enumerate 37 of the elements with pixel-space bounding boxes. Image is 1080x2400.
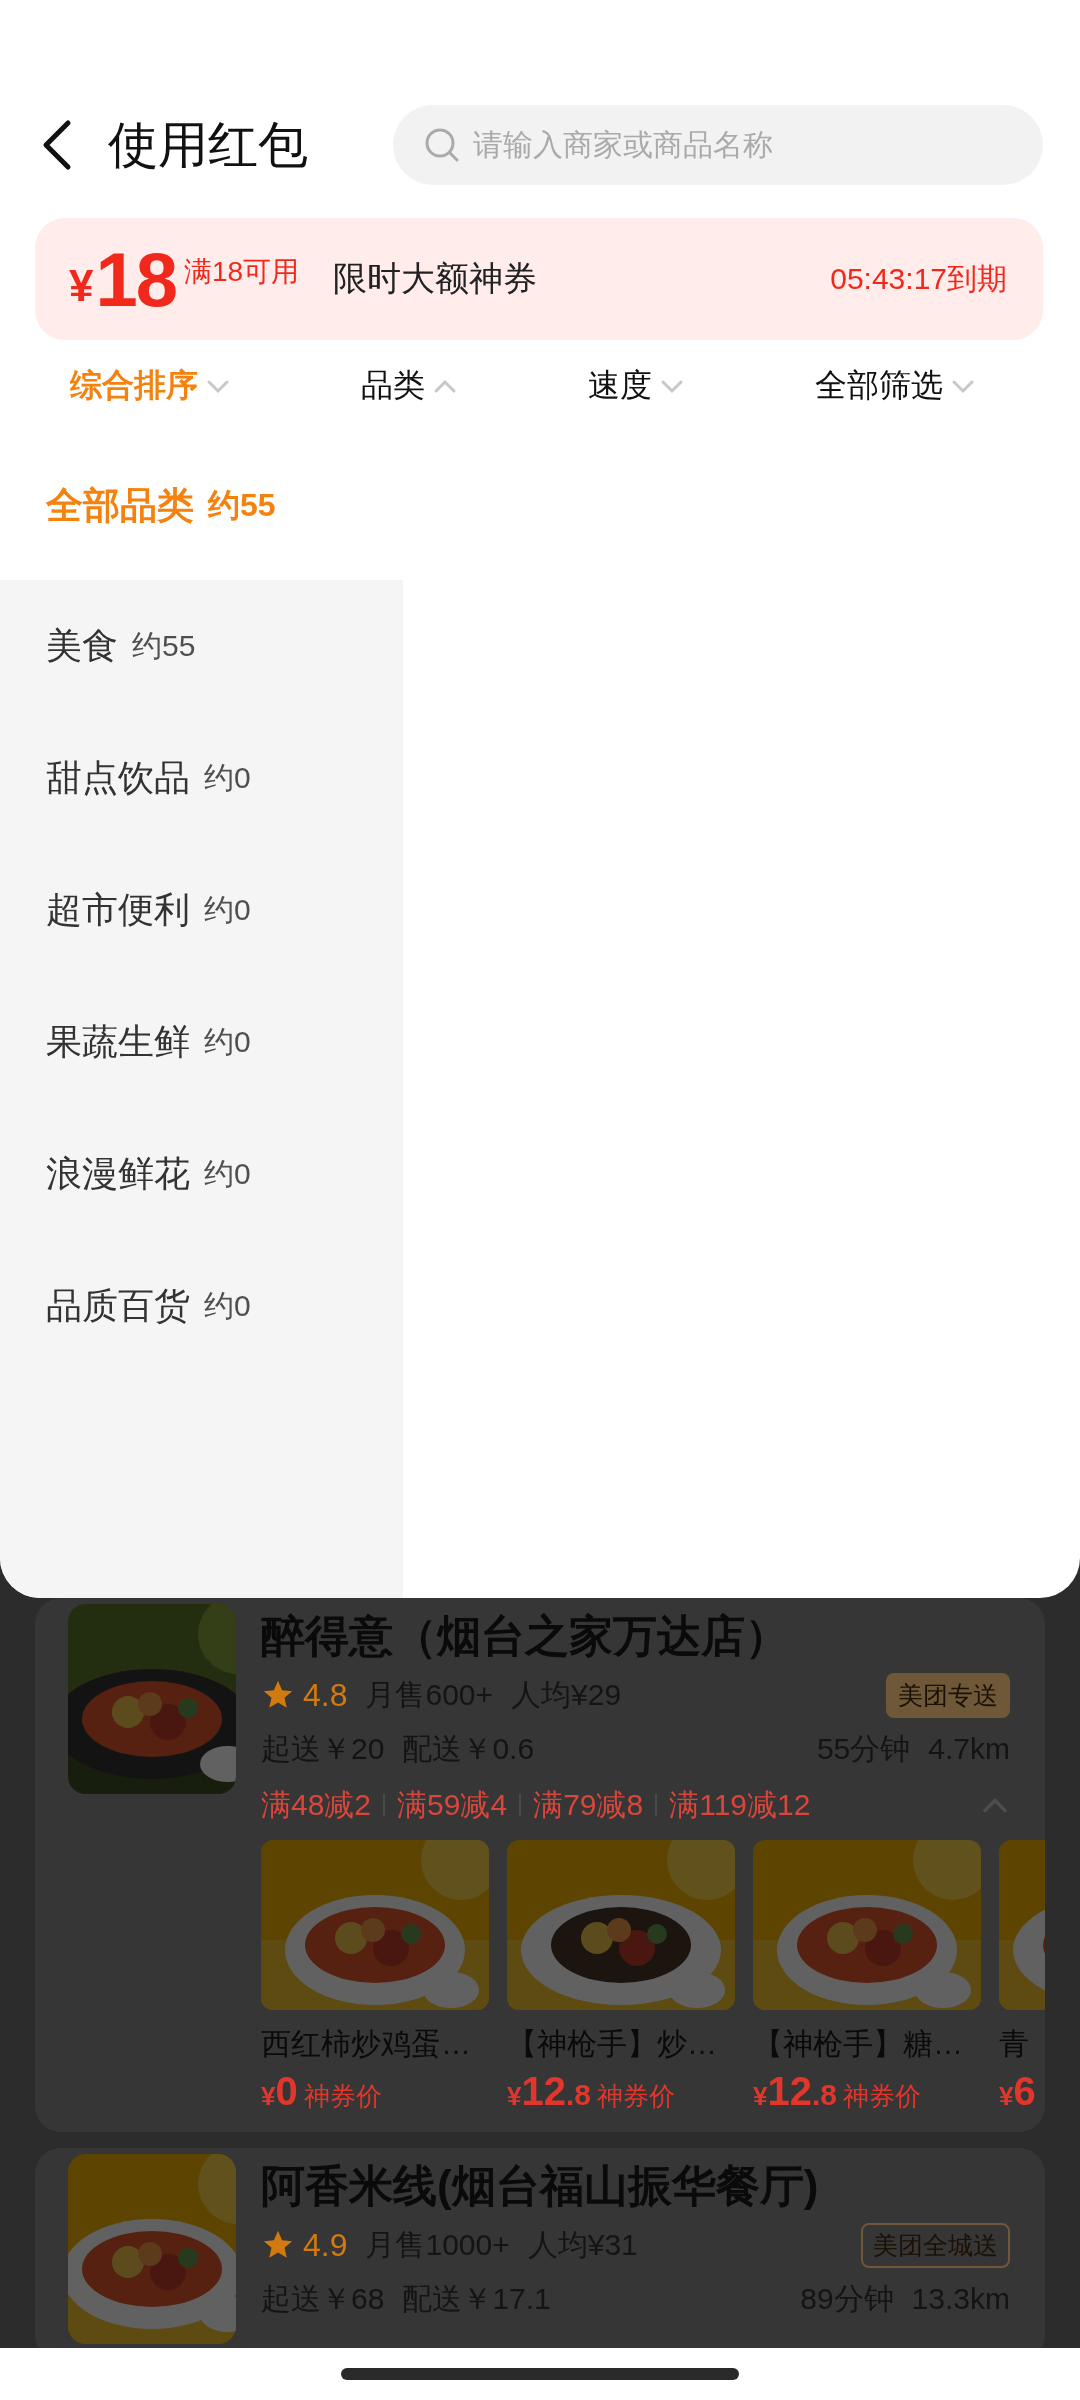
category-item[interactable]: 果蔬生鲜 约0 [0,976,403,1108]
coupon-expiry: 05:43:17到期 [830,260,1007,297]
currency-symbol: ¥ [261,2081,276,2112]
rating: 4.9 [303,2226,348,2264]
filter-tab[interactable]: 速度 [588,364,684,408]
discount-tag: 满79减8 [533,1784,644,1826]
dish-price: 6 [1013,2069,1036,2114]
discount-tag: 满59减4 [397,1784,508,1826]
search-field[interactable]: 请输入商家或商品名称 [393,105,1043,185]
coupon-amount: 18 [95,235,177,323]
delivery-badge: 美团专送 [886,1672,1010,1718]
dish-price: 0 [275,2069,298,2114]
rating: 4.8 [303,1676,348,1714]
currency-symbol: ¥ [507,2081,522,2112]
category-item[interactable]: 品质百货 约0 [0,1240,403,1372]
filter-tab[interactable]: 品类 [361,364,457,408]
dish-price: 12 [767,2069,812,2114]
category-item[interactable]: 美食 约55 [0,580,403,712]
filter-tab[interactable]: 全部筛选 [815,364,975,408]
price-label: 神券价 [597,2080,675,2113]
currency-symbol: ¥ [999,2081,1014,2112]
discount-tag: 满48减2 [261,1784,372,1826]
category-item[interactable]: 浪漫鲜花 约0 [0,1108,403,1240]
currency-symbol: ¥ [69,261,94,311]
price-label: 神券价 [303,2080,382,2113]
category-item[interactable]: 甜点饮品 约0 [0,712,403,844]
price-label: 神券价 [843,2080,921,2113]
currency-symbol: ¥ [753,2081,768,2112]
search-icon [423,126,461,164]
price-decimal: .8 [811,2078,837,2112]
category-item[interactable]: 超市便利 约0 [0,844,403,976]
coupon-title: 限时大额神券 [333,258,538,299]
page-title: 使用红包 [108,115,309,175]
discount-tag: 满119减12 [669,1784,811,1826]
dish-price: 12 [521,2069,566,2114]
price-decimal: .8 [565,2078,591,2112]
coupon-condition: 满18可用 [184,255,300,289]
